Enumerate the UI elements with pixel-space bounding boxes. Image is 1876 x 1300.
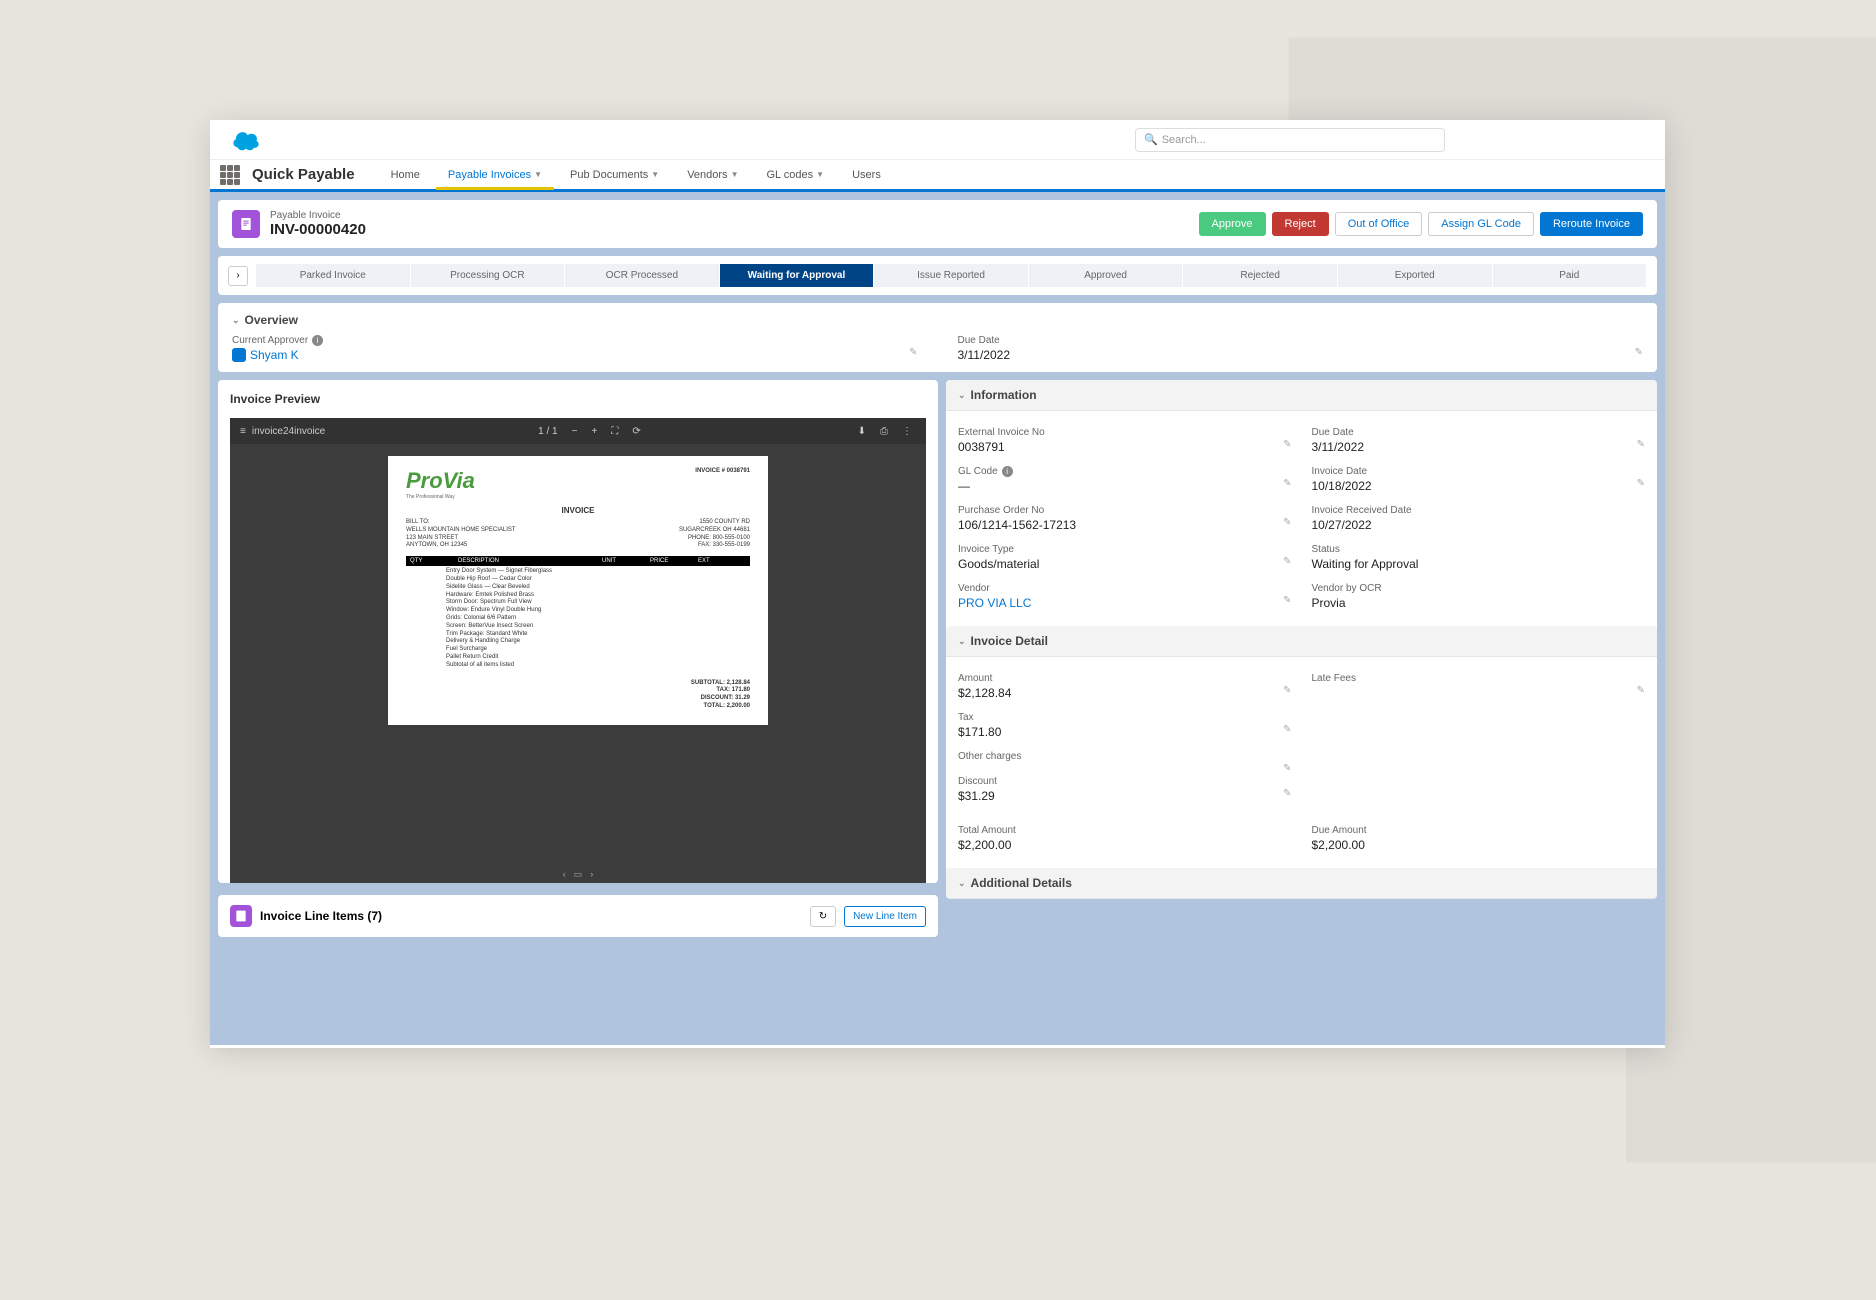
pdf-fit-icon[interactable]: ⛶ — [607, 424, 622, 439]
pdf-toolbar: ≡ invoice24invoice 1 / 1 − + ⛶ ⟳ ⬇ ⎙ ⋮ — [230, 418, 926, 444]
pdf-prev-icon[interactable]: ‹ — [563, 869, 566, 879]
chevron-down-icon: ⌄ — [958, 636, 966, 647]
edit-icon[interactable]: ✎ — [1283, 763, 1291, 774]
line-items-icon — [230, 905, 252, 927]
search-icon: 🔍 — [1144, 133, 1158, 146]
pdf-zoom-in-icon[interactable]: + — [587, 424, 601, 439]
pdf-page[interactable]: ProVia The Professional Way INVOICE # 00… — [230, 444, 926, 865]
path-stage[interactable]: Parked Invoice — [256, 264, 411, 287]
record-header: Payable Invoice INV-00000420 Approve Rej… — [218, 200, 1657, 248]
vendor-link[interactable]: PRO VIA LLC — [958, 596, 1292, 610]
nav-tab-pub-documents[interactable]: Pub Documents▼ — [558, 163, 671, 187]
pdf-footer: ‹ ▭ › — [230, 865, 926, 883]
new-line-item-button[interactable]: New Line Item — [844, 906, 926, 927]
path-stage[interactable]: Paid — [1493, 264, 1648, 287]
chevron-down-icon: ⌄ — [958, 390, 966, 401]
chevron-down-icon: ⌄ — [232, 315, 240, 326]
chevron-down-icon: ▼ — [651, 170, 659, 179]
additional-details-toggle[interactable]: ⌄Additional Details — [946, 868, 1657, 899]
path-stage[interactable]: Processing OCR — [411, 264, 566, 287]
app-launcher-icon[interactable] — [220, 165, 240, 185]
invoice-detail-toggle[interactable]: ⌄Invoice Detail — [946, 626, 1657, 657]
pdf-document: ProVia The Professional Way INVOICE # 00… — [388, 456, 768, 725]
pdf-filename: invoice24invoice — [252, 426, 325, 437]
pdf-viewer: ≡ invoice24invoice 1 / 1 − + ⛶ ⟳ ⬇ ⎙ ⋮ — [230, 418, 926, 883]
edit-icon[interactable]: ✎ — [1283, 478, 1291, 489]
nav-tab-users[interactable]: Users — [840, 163, 893, 187]
pdf-print-icon[interactable]: ⎙ — [876, 424, 892, 439]
path-stage[interactable]: Exported — [1338, 264, 1493, 287]
salesforce-logo-icon — [230, 129, 262, 151]
nav-tab-vendors[interactable]: Vendors▼ — [675, 163, 750, 187]
edit-icon[interactable]: ✎ — [909, 347, 917, 358]
edit-icon[interactable]: ✎ — [1637, 478, 1645, 489]
chevron-down-icon: ▼ — [816, 170, 824, 179]
pdf-download-icon[interactable]: ⬇ — [854, 424, 870, 439]
path-stage[interactable]: Approved — [1029, 264, 1184, 287]
record-title: INV-00000420 — [270, 221, 1189, 238]
navigation-bar: Quick Payable Home Payable Invoices▼ Pub… — [210, 160, 1665, 192]
edit-icon[interactable]: ✎ — [1637, 439, 1645, 450]
path-stage[interactable]: OCR Processed — [565, 264, 720, 287]
vendor-logo: ProVia — [406, 468, 475, 494]
edit-icon[interactable]: ✎ — [1283, 556, 1291, 567]
pdf-table-header: QTYDESCRIPTIONUNITPRICEEXT — [406, 556, 750, 566]
global-header: 🔍 Search... — [210, 120, 1665, 160]
nav-tab-payable-invoices[interactable]: Payable Invoices▼ — [436, 163, 554, 190]
nav-tab-gl-codes[interactable]: GL codes▼ — [754, 163, 836, 187]
chevron-down-icon: ▼ — [534, 170, 542, 179]
pdf-thumb-icon[interactable]: ▭ — [574, 869, 583, 880]
chevron-down-icon: ▼ — [731, 170, 739, 179]
field-current-approver: Current Approveri Shyam K ✎ — [232, 335, 918, 362]
record-type: Payable Invoice — [270, 210, 1189, 221]
edit-icon[interactable]: ✎ — [1283, 517, 1291, 528]
nav-tab-home[interactable]: Home — [379, 163, 432, 187]
edit-icon[interactable]: ✎ — [1635, 347, 1643, 358]
refresh-button[interactable]: ↻ — [810, 906, 836, 927]
line-items-card: Invoice Line Items (7) ↻ New Line Item — [218, 895, 938, 937]
information-card: ⌄Information External Invoice No0038791✎… — [946, 380, 1657, 899]
info-icon[interactable]: i — [1002, 466, 1013, 477]
app-name: Quick Payable — [252, 166, 355, 183]
pdf-more-icon[interactable]: ⋮ — [898, 424, 916, 439]
edit-icon[interactable]: ✎ — [1283, 724, 1291, 735]
application-window: 🔍 Search... Quick Payable Home Payable I… — [210, 120, 1665, 1048]
path-expand-button[interactable]: › — [228, 266, 248, 286]
path-stage-current[interactable]: Waiting for Approval — [720, 264, 875, 287]
approver-link[interactable]: Shyam K — [250, 348, 299, 362]
assign-gl-code-button[interactable]: Assign GL Code — [1428, 212, 1534, 236]
invoice-preview-card: Invoice Preview ≡ invoice24invoice 1 / 1… — [218, 380, 938, 883]
path-stage[interactable]: Rejected — [1183, 264, 1338, 287]
pdf-rotate-icon[interactable]: ⟳ — [628, 424, 644, 439]
overview-section: ⌄Overview Current Approveri Shyam K ✎ Du… — [218, 303, 1657, 372]
pdf-next-icon[interactable]: › — [590, 869, 593, 879]
information-toggle[interactable]: ⌄Information — [946, 380, 1657, 411]
invoice-icon — [232, 210, 260, 238]
pdf-menu-icon[interactable]: ≡ — [240, 426, 246, 437]
pdf-page-indicator: 1 / 1 — [534, 424, 561, 439]
path-stages: › Parked Invoice Processing OCR OCR Proc… — [218, 256, 1657, 295]
preview-title: Invoice Preview — [218, 380, 938, 418]
reject-button[interactable]: Reject — [1272, 212, 1329, 236]
approve-button[interactable]: Approve — [1199, 212, 1266, 236]
pdf-zoom-out-icon[interactable]: − — [568, 424, 582, 439]
reroute-invoice-button[interactable]: Reroute Invoice — [1540, 212, 1643, 236]
out-of-office-button[interactable]: Out of Office — [1335, 212, 1423, 236]
edit-icon[interactable]: ✎ — [1283, 788, 1291, 799]
info-icon[interactable]: i — [312, 335, 323, 346]
edit-icon[interactable]: ✎ — [1283, 685, 1291, 696]
global-search[interactable]: 🔍 Search... — [1135, 128, 1445, 152]
path-stage[interactable]: Issue Reported — [874, 264, 1029, 287]
overview-toggle[interactable]: ⌄Overview — [232, 313, 1643, 327]
page-content: Payable Invoice INV-00000420 Approve Rej… — [210, 192, 1665, 1045]
user-icon — [232, 348, 246, 362]
edit-icon[interactable]: ✎ — [1283, 439, 1291, 450]
edit-icon[interactable]: ✎ — [1283, 595, 1291, 606]
line-items-title[interactable]: Invoice Line Items (7) — [260, 909, 802, 923]
edit-icon[interactable]: ✎ — [1637, 685, 1645, 696]
chevron-down-icon: ⌄ — [958, 878, 966, 889]
field-due-date: Due Date 3/11/2022 ✎ — [958, 335, 1644, 362]
